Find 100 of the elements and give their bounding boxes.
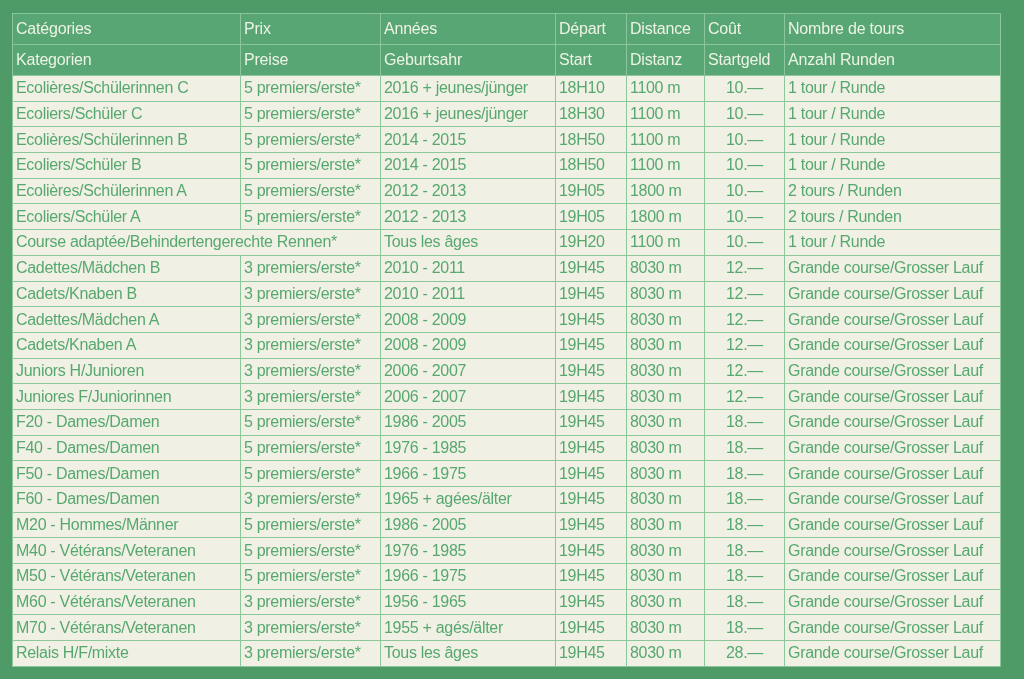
table-cell: 18.— xyxy=(704,563,785,590)
table-cell: F40 - Dames/Damen xyxy=(12,435,241,461)
table-cell: Cadettes/Mädchen B xyxy=(12,255,241,281)
table-cell: 2008 - 2009 xyxy=(380,306,556,333)
column-header: Distance xyxy=(626,13,705,45)
table-cell: 5 premiers/erste* xyxy=(240,512,381,538)
table-cell: 12.— xyxy=(704,332,785,359)
table-cell: 8030 m xyxy=(626,281,705,307)
table-cell: 10.— xyxy=(704,126,785,153)
table-cell: 1800 m xyxy=(626,203,705,230)
column-header: Distanz xyxy=(626,44,705,76)
table-cell: 3 premiers/erste* xyxy=(240,281,381,307)
table-cell: 8030 m xyxy=(626,306,705,333)
table-cell: 5 premiers/erste* xyxy=(240,537,381,564)
table-cell: 1956 - 1965 xyxy=(380,589,556,615)
table-cell: 5 premiers/erste* xyxy=(240,101,381,127)
table-cell: 8030 m xyxy=(626,640,705,667)
table-cell: 3 premiers/erste* xyxy=(240,383,381,410)
table-cell: F20 - Dames/Damen xyxy=(12,409,241,436)
table-cell: 2010 - 2011 xyxy=(380,255,556,281)
table-cell: 5 premiers/erste* xyxy=(240,75,381,102)
table-cell: M60 - Vétérans/Veteranen xyxy=(12,589,241,615)
table-cell: 2 tours / Runden xyxy=(784,203,1001,230)
table-cell: 2006 - 2007 xyxy=(380,383,556,410)
table-cell: 1966 - 1975 xyxy=(380,563,556,590)
table-cell: F60 - Dames/Damen xyxy=(12,486,241,513)
table-cell: 18.— xyxy=(704,589,785,615)
table-cell: 1986 - 2005 xyxy=(380,409,556,436)
table-cell: Grande course/Grosser Lauf xyxy=(784,409,1001,436)
table-cell: 5 premiers/erste* xyxy=(240,203,381,230)
table-cell: 5 premiers/erste* xyxy=(240,409,381,436)
table-cell: Juniores F/Juniorinnen xyxy=(12,383,241,410)
table-cell: 10.— xyxy=(704,229,785,256)
table-cell: 28.— xyxy=(704,640,785,667)
table-cell: 5 premiers/erste* xyxy=(240,563,381,590)
table-cell: 1955 + agés/älter xyxy=(380,614,556,641)
table-cell: 3 premiers/erste* xyxy=(240,640,381,667)
table-cell: Cadets/Knaben A xyxy=(12,332,241,359)
table-cell: 1986 - 2005 xyxy=(380,512,556,538)
table-cell: Grande course/Grosser Lauf xyxy=(784,640,1001,667)
table-cell: 5 premiers/erste* xyxy=(240,460,381,487)
table-cell: 8030 m xyxy=(626,358,705,384)
table-cell: Cadets/Knaben B xyxy=(12,281,241,307)
table-cell: 10.— xyxy=(704,75,785,102)
table-cell: 2008 - 2009 xyxy=(380,332,556,359)
table-cell: Ecolières/Schülerinnen B xyxy=(12,126,241,153)
table-cell: Relais H/F/mixte xyxy=(12,640,241,667)
table-cell: 1 tour / Runde xyxy=(784,75,1001,102)
table-cell: 2006 - 2007 xyxy=(380,358,556,384)
column-header: Départ xyxy=(555,13,627,45)
table-cell: Ecoliers/Schüler B xyxy=(12,152,241,179)
table-cell: 10.— xyxy=(704,203,785,230)
table-cell: Grande course/Grosser Lauf xyxy=(784,460,1001,487)
column-header: Nombre de tours xyxy=(784,13,1001,45)
table-cell: 1 tour / Runde xyxy=(784,101,1001,127)
column-header: Geburtsahr xyxy=(380,44,556,76)
table-cell: 3 premiers/erste* xyxy=(240,332,381,359)
table-cell: 1976 - 1985 xyxy=(380,435,556,461)
column-header: Coût xyxy=(704,13,785,45)
table-cell: 3 premiers/erste* xyxy=(240,306,381,333)
table-cell: Grande course/Grosser Lauf xyxy=(784,332,1001,359)
table-cell: 8030 m xyxy=(626,383,705,410)
column-header: Kategorien xyxy=(12,44,241,76)
table-cell: 8030 m xyxy=(626,512,705,538)
table-cell: Grande course/Grosser Lauf xyxy=(784,537,1001,564)
table-cell: Cadettes/Mädchen A xyxy=(12,306,241,333)
table-cell: 3 premiers/erste* xyxy=(240,589,381,615)
table-cell: Tous les âges xyxy=(380,640,556,667)
table-cell: 10.— xyxy=(704,152,785,179)
table-cell: M50 - Vétérans/Veteranen xyxy=(12,563,241,590)
table-cell: 3 premiers/erste* xyxy=(240,255,381,281)
table-cell: 8030 m xyxy=(626,332,705,359)
table-cell: 18.— xyxy=(704,435,785,461)
table-cell: 2010 - 2011 xyxy=(380,281,556,307)
table-cell: Juniors H/Junioren xyxy=(12,358,241,384)
table-cell: 1100 m xyxy=(626,126,705,153)
table-cell: 1 tour / Runde xyxy=(784,152,1001,179)
column-header: Anzahl Runden xyxy=(784,44,1001,76)
table-cell: F50 - Dames/Damen xyxy=(12,460,241,487)
column-header: Prix xyxy=(240,13,381,45)
table-cell: 1966 - 1975 xyxy=(380,460,556,487)
table-cell: 1100 m xyxy=(626,152,705,179)
table-cell: M70 - Vétérans/Veteranen xyxy=(12,614,241,641)
table-cell: 10.— xyxy=(704,101,785,127)
table-cell: 5 premiers/erste* xyxy=(240,178,381,204)
table-cell: 8030 m xyxy=(626,589,705,615)
table-cell: Ecoliers/Schüler A xyxy=(12,203,241,230)
table-cell: 12.— xyxy=(704,281,785,307)
table-cell: 12.— xyxy=(704,306,785,333)
table-cell: Ecoliers/Schüler C xyxy=(12,101,241,127)
table-cell: 1100 m xyxy=(626,229,705,256)
table-cell: 5 premiers/erste* xyxy=(240,435,381,461)
table-cell: 3 premiers/erste* xyxy=(240,614,381,641)
table-cell: 5 premiers/erste* xyxy=(240,152,381,179)
table-cell: Ecolières/Schülerinnen C xyxy=(12,75,241,102)
table-cell: 18.— xyxy=(704,409,785,436)
column-header: Start xyxy=(555,44,627,76)
table-cell: 3 premiers/erste* xyxy=(240,486,381,513)
table-cell: 2014 - 2015 xyxy=(380,126,556,153)
table-cell: Grande course/Grosser Lauf xyxy=(784,563,1001,590)
